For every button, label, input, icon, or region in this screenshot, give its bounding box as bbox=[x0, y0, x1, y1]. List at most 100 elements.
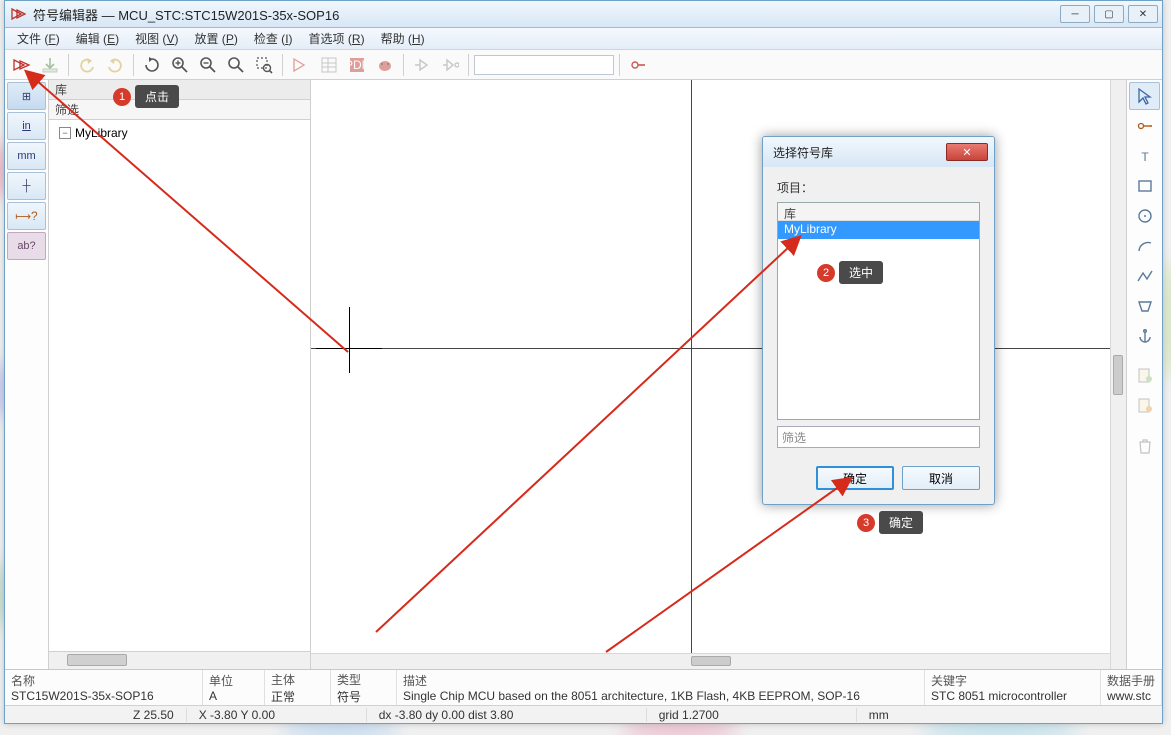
cursor-mode-button[interactable]: ┼ bbox=[7, 172, 46, 200]
symbol-icon[interactable] bbox=[288, 52, 314, 78]
info-type-value: 符号 bbox=[337, 688, 390, 705]
undo-button[interactable] bbox=[74, 52, 100, 78]
grid-icon[interactable]: ⊞ bbox=[7, 82, 46, 110]
mm-unit-button[interactable]: mm bbox=[7, 142, 46, 170]
dialog-close-button[interactable]: ✕ bbox=[946, 143, 988, 161]
menu-file[interactable]: 文件 (F) bbox=[9, 28, 68, 49]
callout-3-badge: 3 bbox=[857, 514, 875, 532]
info-unit-label: 单位 bbox=[209, 672, 258, 689]
anchor-tool-icon[interactable] bbox=[1129, 322, 1160, 350]
pin-tool-icon[interactable] bbox=[1129, 112, 1160, 140]
menu-help[interactable]: 帮助 (H) bbox=[373, 28, 433, 49]
dialog-cancel-button[interactable]: 取消 bbox=[902, 466, 980, 490]
info-key-value: STC 8051 microcontroller bbox=[931, 689, 1094, 703]
lib-tree-item-label: MyLibrary bbox=[75, 126, 128, 140]
info-name-value: STC15W201S-35x-SOP16 bbox=[11, 689, 196, 703]
menu-edit[interactable]: 编辑 (E) bbox=[68, 28, 127, 49]
pin-tool-icon[interactable] bbox=[625, 52, 651, 78]
select-library-dialog: 选择符号库 ✕ 项目： 库 MyLibrary 筛选 确定 取消 bbox=[762, 136, 995, 505]
polyline-tool-icon[interactable] bbox=[1129, 262, 1160, 290]
save-button[interactable] bbox=[37, 52, 63, 78]
info-row: 名称STC15W201S-35x-SOP16 单位A 主体正常 类型符号 描述S… bbox=[5, 669, 1162, 705]
select-tool-icon[interactable] bbox=[1129, 82, 1160, 110]
info-desc-value: Single Chip MCU based on the 8051 archit… bbox=[403, 689, 918, 703]
redo-button[interactable] bbox=[102, 52, 128, 78]
zoom-fit-button[interactable] bbox=[223, 52, 249, 78]
inch-unit-button[interactable]: in bbox=[7, 112, 46, 140]
conv-icon-2[interactable] bbox=[437, 52, 463, 78]
new-symbol-button[interactable] bbox=[9, 52, 35, 78]
conv-icon-1[interactable] bbox=[409, 52, 435, 78]
polygon-tool-icon[interactable] bbox=[1129, 292, 1160, 320]
zoom-selection-button[interactable] bbox=[251, 52, 277, 78]
rect-tool-icon[interactable] bbox=[1129, 172, 1160, 200]
callout-1: 1 点击 bbox=[113, 85, 179, 108]
callout-1-text: 点击 bbox=[135, 85, 179, 108]
svg-text:PDF: PDF bbox=[348, 58, 366, 72]
refresh-button[interactable] bbox=[139, 52, 165, 78]
info-type-label: 类型 bbox=[337, 671, 390, 688]
titlebar: 符号编辑器 — MCU_STC:STC15W201S-35x-SOP16 ─ ▢… bbox=[5, 1, 1162, 28]
dialog-ok-button[interactable]: 确定 bbox=[816, 466, 894, 490]
callout-1-badge: 1 bbox=[113, 88, 131, 106]
callout-3-text: 确定 bbox=[879, 511, 923, 534]
dialog-filter-input[interactable]: 筛选 bbox=[777, 426, 980, 448]
info-key-label: 关键字 bbox=[931, 672, 1094, 689]
minimize-button[interactable]: ─ bbox=[1060, 5, 1090, 23]
status-unit: mm bbox=[857, 708, 901, 722]
status-bar: Z 25.50 X -3.80 Y 0.00 dx -3.80 dy 0.00 … bbox=[5, 705, 1162, 723]
callout-3: 3 确定 bbox=[857, 511, 923, 534]
info-name-label: 名称 bbox=[11, 672, 196, 689]
sheet-2-icon[interactable] bbox=[1129, 392, 1160, 420]
menu-inspect[interactable]: 检查 (I) bbox=[246, 28, 301, 49]
erc-button[interactable] bbox=[372, 52, 398, 78]
zoom-in-button[interactable] bbox=[167, 52, 193, 78]
menu-view[interactable]: 视图 (V) bbox=[127, 28, 186, 49]
dialog-titlebar[interactable]: 选择符号库 ✕ bbox=[763, 137, 994, 167]
trash-icon[interactable] bbox=[1129, 432, 1160, 460]
canvas-vscroll[interactable] bbox=[1110, 80, 1126, 669]
menu-prefs[interactable]: 首选项 (R) bbox=[301, 28, 373, 49]
canvas-hscroll[interactable] bbox=[311, 653, 1110, 669]
status-zoom: Z 25.50 bbox=[121, 708, 187, 722]
arc-tool-icon[interactable] bbox=[1129, 232, 1160, 260]
callout-2-badge: 2 bbox=[817, 264, 835, 282]
menubar: 文件 (F) 编辑 (E) 视图 (V) 放置 (P) 检查 (I) 首选项 (… bbox=[5, 28, 1162, 50]
lib-panel-header: 库 bbox=[49, 80, 310, 100]
info-desc-label: 描述 bbox=[403, 672, 918, 689]
info-body-label: 主体 bbox=[271, 671, 324, 688]
callout-2: 2 选中 bbox=[817, 261, 883, 284]
window-title: 符号编辑器 — MCU_STC:STC15W201S-35x-SOP16 bbox=[33, 5, 1060, 24]
text-tool-icon[interactable]: T bbox=[1129, 142, 1160, 170]
dialog-label: 项目： bbox=[777, 179, 980, 196]
library-panel: 库 筛选 − MyLibrary bbox=[49, 80, 311, 669]
dialog-list-header: 库 bbox=[778, 203, 979, 221]
maximize-button[interactable]: ▢ bbox=[1094, 5, 1124, 23]
info-ds-value: www.stc bbox=[1107, 689, 1155, 703]
svg-text:T: T bbox=[1141, 150, 1149, 164]
status-delta: dx -3.80 dy 0.00 dist 3.80 bbox=[367, 708, 647, 722]
zoom-out-button[interactable] bbox=[195, 52, 221, 78]
right-toolbar: T bbox=[1126, 80, 1162, 669]
properties-button[interactable] bbox=[316, 52, 342, 78]
sheet-1-icon[interactable] bbox=[1129, 362, 1160, 390]
status-grid: grid 1.2700 bbox=[647, 708, 857, 722]
pin-help-button[interactable]: ⟼? bbox=[7, 202, 46, 230]
dialog-listbox[interactable]: 库 MyLibrary bbox=[777, 202, 980, 420]
tree-expand-icon[interactable]: − bbox=[59, 127, 71, 139]
dialog-list-item[interactable]: MyLibrary bbox=[778, 221, 979, 239]
lib-tree-item[interactable]: − MyLibrary bbox=[55, 124, 310, 142]
lib-panel-hscroll[interactable] bbox=[49, 651, 310, 669]
menu-place[interactable]: 放置 (P) bbox=[186, 28, 245, 49]
unit-select[interactable] bbox=[474, 55, 614, 75]
info-body-value: 正常 bbox=[271, 688, 324, 705]
toolbar: PDF bbox=[5, 50, 1162, 80]
info-unit-value: A bbox=[209, 689, 258, 703]
lib-tree[interactable]: − MyLibrary bbox=[49, 120, 310, 651]
circle-tool-icon[interactable] bbox=[1129, 202, 1160, 230]
pdf-button[interactable]: PDF bbox=[344, 52, 370, 78]
label-help-button[interactable]: ab? bbox=[7, 232, 46, 260]
close-button[interactable]: ✕ bbox=[1128, 5, 1158, 23]
callout-2-text: 选中 bbox=[839, 261, 883, 284]
app-icon bbox=[11, 6, 27, 22]
